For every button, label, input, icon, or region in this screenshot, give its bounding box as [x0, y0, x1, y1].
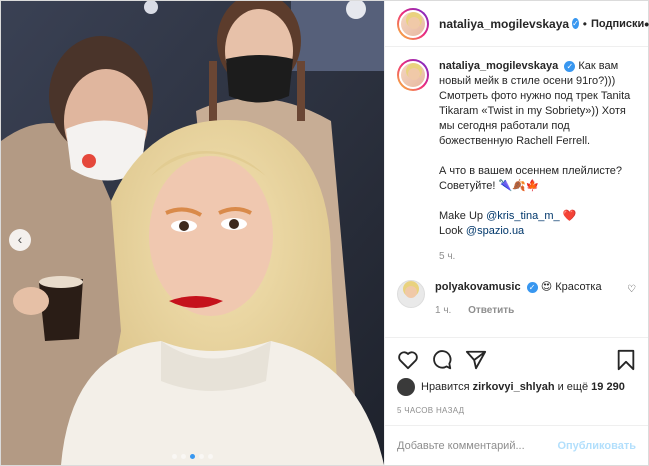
selfie-image: [1, 1, 384, 465]
caption-item: nataliya_mogilevskaya ✓ Как вам новый ме…: [397, 59, 636, 264]
verified-icon: ✓: [526, 281, 538, 293]
post-header: nataliya_mogilevskaya ✓ • Подписки •••: [385, 1, 649, 47]
comments-list: nataliya_mogilevskaya ✓ Как вам новый ме…: [385, 47, 648, 337]
comment-meta: 1 ч. Ответить: [435, 303, 621, 318]
likes-summary: Нравится zirkovyi_shlyah и ещё 19 290: [397, 378, 636, 396]
comment-like-icon[interactable]: ♡: [627, 284, 636, 295]
post-photo[interactable]: ‹: [1, 1, 384, 465]
carousel-dot: [208, 454, 213, 459]
caption-meta: 5 ч.: [439, 249, 636, 264]
carousel-prev-button[interactable]: ‹: [9, 229, 31, 251]
likes-prefix: Нравится: [421, 381, 470, 393]
caption-text-2: А что в вашем осеннем плейлисте? Советуй…: [439, 165, 622, 192]
look-mention-link[interactable]: @spazio.ua: [466, 225, 524, 237]
post-sidebar: nataliya_mogilevskaya ✓ • Подписки ••• n…: [384, 1, 649, 465]
author-avatar-ring[interactable]: [397, 7, 429, 40]
share-paper-plane-icon[interactable]: [465, 349, 487, 371]
likes-count[interactable]: 19 290: [591, 381, 625, 393]
add-comment-bar: Опубликовать: [385, 425, 648, 465]
more-options-icon[interactable]: •••: [644, 16, 649, 32]
posted-ago[interactable]: 5 ЧАСОВ НАЗАД: [397, 406, 636, 415]
carousel-dot: [190, 454, 195, 459]
heart-emoji: ❤️: [562, 210, 577, 222]
carousel-dot: [199, 454, 204, 459]
caption-username[interactable]: nataliya_mogilevskaya: [439, 60, 558, 72]
comment-emoji: 😍: [540, 281, 553, 293]
commenter-avatar[interactable]: [397, 280, 425, 308]
verified-icon: ✓: [572, 18, 579, 29]
liker-username[interactable]: zirkovyi_shlyah: [473, 381, 555, 393]
comment-body: polyakovamusic ✓ 😍 Красотка 1 ч. Ответит…: [435, 280, 621, 318]
author-username[interactable]: nataliya_mogilevskaya: [439, 17, 569, 31]
caption-time[interactable]: 5 ч.: [439, 251, 455, 262]
likes-suffix: и ещё: [557, 381, 589, 393]
comment-input[interactable]: [397, 439, 558, 452]
carousel-indicator: [1, 454, 384, 459]
liker-avatar[interactable]: [397, 378, 415, 396]
following-button[interactable]: Подписки: [591, 18, 644, 30]
comment-item: polyakovamusic ✓ 😍 Красотка 1 ч. Ответит…: [397, 280, 636, 318]
comment-text: Красотка: [555, 281, 602, 293]
action-icons: [397, 346, 636, 374]
caption-avatar-ring[interactable]: [397, 59, 429, 91]
carousel-dot: [172, 454, 177, 459]
comment-time[interactable]: 1 ч.: [435, 305, 451, 316]
like-heart-icon[interactable]: [397, 350, 419, 370]
commenter-username[interactable]: polyakovamusic: [435, 281, 521, 293]
separator-dot: •: [582, 16, 587, 31]
caption-avatar: [399, 61, 427, 89]
comment-bubble-icon[interactable]: [431, 349, 453, 371]
author-avatar: [399, 9, 427, 38]
caption-text-1: Как вам новый мейк в стиле осени 91го?))…: [439, 60, 631, 147]
publish-button[interactable]: Опубликовать: [557, 440, 636, 452]
makeup-label: Make Up: [439, 210, 484, 222]
reply-button[interactable]: Ответить: [468, 305, 514, 316]
verified-icon: ✓: [564, 60, 576, 72]
look-label: Look: [439, 225, 463, 237]
makeup-mention-link[interactable]: @kris_tina_m_: [486, 210, 560, 222]
post-dialog: ‹ nataliya_mogilevskaya ✓ • Подписки •••…: [0, 0, 649, 466]
save-bookmark-icon[interactable]: [616, 349, 636, 371]
post-actions: Нравится zirkovyi_shlyah и ещё 19 290 5 …: [385, 337, 648, 425]
carousel-dot: [181, 454, 186, 459]
caption-body: nataliya_mogilevskaya ✓ Как вам новый ме…: [439, 59, 636, 264]
